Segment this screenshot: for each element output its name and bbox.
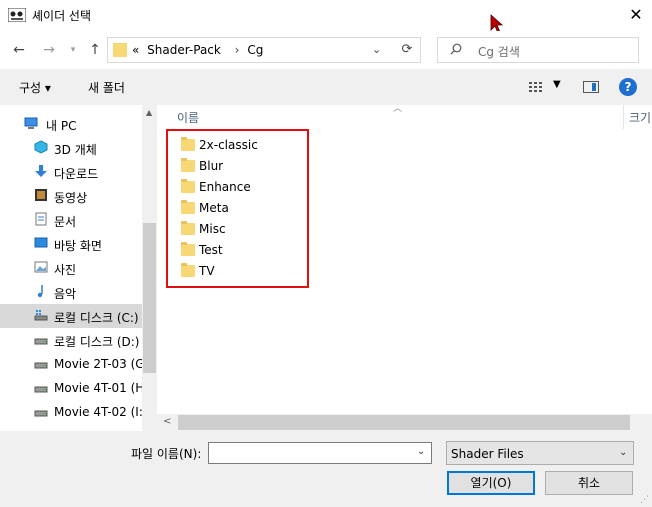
breadcrumb-cg[interactable]: Cg	[247, 43, 263, 57]
horizontal-scrollbar[interactable]: <	[157, 414, 652, 431]
app-icon	[8, 8, 26, 22]
filename-label: 파일 이름(N):	[131, 447, 202, 461]
address-dropdown-chevron-icon[interactable]: ⌄	[372, 43, 381, 56]
open-button[interactable]: 열기(O)	[447, 471, 535, 495]
up-arrow-icon[interactable]: ↑	[86, 41, 104, 59]
folder-icon	[113, 43, 127, 57]
breadcrumb-overflow[interactable]: «	[132, 43, 139, 57]
picture-icon	[34, 261, 48, 273]
horizontal-scrollbar-thumb[interactable]	[178, 415, 630, 430]
sidebar-item-movie-4t-02[interactable]: Movie 4T-02 (I:)	[0, 400, 148, 424]
file-list-pane: ︿ 이름 크기 2x-classic Blur Enhance Meta Mis…	[157, 105, 652, 431]
desktop-icon	[34, 237, 48, 248]
sidebar-item-local-disk-d[interactable]: 로컬 디스크 (D:)	[0, 328, 142, 352]
sidebar-item-label: 동영상	[54, 191, 88, 205]
sidebar-item-label: Movie 2T-03 (G	[54, 357, 145, 371]
sidebar-item-local-disk-c[interactable]: 로컬 디스크 (C:)	[0, 304, 142, 328]
drive-icon	[34, 386, 48, 393]
filetype-value: Shader Files	[451, 447, 524, 461]
sidebar-item-movie-4t-01[interactable]: Movie 4T-01 (H	[0, 376, 145, 400]
download-icon	[35, 165, 47, 177]
sidebar-item-label: 3D 개체	[54, 143, 97, 157]
sidebar-item-3d-objects[interactable]: 3D 개체	[0, 136, 142, 160]
drive-icon	[34, 310, 48, 321]
scroll-up-arrow-icon[interactable]: ▲	[146, 108, 152, 117]
search-placeholder: Cg 검색	[478, 45, 520, 59]
sidebar-item-downloads[interactable]: 다운로드	[0, 160, 142, 184]
sidebar-scrollbar-thumb[interactable]	[143, 223, 156, 373]
help-icon[interactable]: ?	[619, 78, 637, 96]
close-button[interactable]: ✕	[626, 5, 646, 25]
new-folder-button[interactable]: 새 폴더	[88, 79, 125, 96]
sidebar-item-label: 바탕 화면	[54, 239, 102, 253]
column-header-name[interactable]: 이름	[177, 109, 199, 126]
sidebar-item-label: 사진	[54, 263, 77, 277]
sidebar-item-label: 로컬 디스크 (C:)	[54, 311, 139, 325]
cancel-button[interactable]: 취소	[545, 471, 633, 495]
sidebar-item-movie-2t-03[interactable]: Movie 2T-03 (G	[0, 352, 145, 376]
sidebar-item-videos[interactable]: 동영상	[0, 184, 142, 208]
filetype-dropdown-chevron-icon[interactable]: ⌄	[619, 447, 627, 458]
command-toolbar: 구성 ▾ 새 폴더 ▼ ?	[0, 69, 652, 105]
drive-icon	[34, 410, 48, 417]
highlight-box	[166, 129, 309, 288]
preview-pane-icon[interactable]	[583, 81, 599, 93]
back-arrow-icon[interactable]: ←	[10, 41, 28, 59]
navigation-pane: 내 PC 3D 개체 다운로드 동영상 문서 바탕 화면 사진 음악 로컬 디스…	[0, 105, 157, 431]
view-options-icon[interactable]	[529, 81, 545, 93]
search-icon	[450, 43, 462, 55]
title-bar: 셰이더 선택 ✕	[0, 0, 652, 34]
sidebar-item-label: 음악	[54, 287, 77, 301]
pc-icon	[24, 117, 38, 129]
view-dropdown-chevron-icon[interactable]: ▼	[553, 79, 561, 90]
filename-input[interactable]: ⌄	[208, 442, 432, 464]
drive-icon	[34, 338, 48, 345]
column-divider[interactable]	[623, 105, 624, 129]
sidebar-item-this-pc[interactable]: 내 PC	[0, 112, 142, 136]
sidebar-item-desktop[interactable]: 바탕 화면	[0, 232, 142, 256]
breadcrumb-shader-pack[interactable]: Shader-Pack	[147, 43, 221, 57]
scroll-left-arrow-icon[interactable]: <	[163, 416, 171, 427]
sidebar-item-label: 내 PC	[46, 119, 77, 133]
3d-objects-icon	[34, 140, 48, 154]
sidebar-item-documents[interactable]: 문서	[0, 208, 142, 232]
refresh-button[interactable]: ⟳	[394, 37, 421, 63]
window-title: 셰이더 선택	[32, 9, 92, 23]
sidebar-item-music[interactable]: 음악	[0, 280, 142, 304]
navigation-bar: ← → ▾ ↑ « Shader-Pack › Cg ⌄ ⟳ Cg 검색	[0, 31, 652, 69]
address-bar[interactable]: « Shader-Pack › Cg ⌄	[107, 37, 421, 63]
music-icon	[37, 285, 43, 298]
recent-locations-chevron-icon[interactable]: ▾	[64, 41, 82, 59]
sidebar-item-label: 다운로드	[54, 167, 99, 181]
resize-grip-icon[interactable]: ⋰	[640, 495, 649, 505]
filename-dropdown-chevron-icon[interactable]: ⌄	[417, 446, 425, 457]
document-icon	[35, 212, 47, 226]
forward-arrow-icon[interactable]: →	[40, 41, 58, 59]
organize-menu-button[interactable]: 구성 ▾	[19, 79, 51, 96]
search-input[interactable]: Cg 검색	[437, 37, 639, 63]
column-header-size[interactable]: 크기	[629, 109, 651, 126]
breadcrumb-separator-icon[interactable]: ›	[235, 43, 240, 57]
sidebar-item-label: 로컬 디스크 (D:)	[54, 335, 140, 349]
dialog-footer: 파일 이름(N): ⌄ Shader Files ⌄ 열기(O) 취소 ⋰	[0, 431, 652, 507]
video-icon	[35, 189, 47, 201]
sort-ascending-icon: ︿	[393, 105, 403, 114]
sidebar-item-pictures[interactable]: 사진	[0, 256, 142, 280]
sidebar-scrollbar[interactable]: ▲	[142, 105, 157, 431]
sidebar-item-label: Movie 4T-01 (H	[54, 381, 145, 395]
drive-icon	[34, 362, 48, 369]
sidebar-item-label: Movie 4T-02 (I:)	[54, 405, 148, 419]
sidebar-item-label: 문서	[54, 215, 77, 229]
filetype-select[interactable]: Shader Files ⌄	[446, 441, 634, 465]
